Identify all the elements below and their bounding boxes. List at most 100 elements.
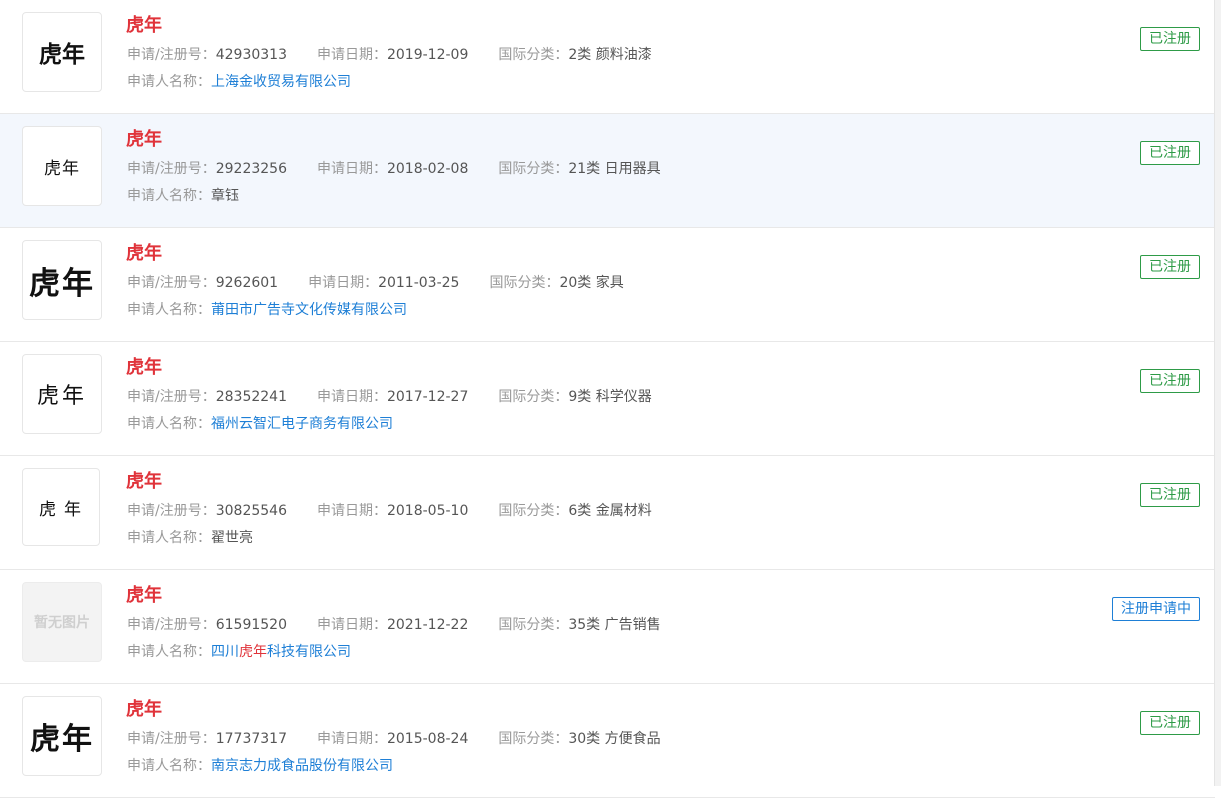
intl-class-label: 国际分类： bbox=[498, 47, 569, 63]
reg-no-value: 61591520 bbox=[215, 617, 287, 633]
applicant-line: 申请人名称：福州云智汇电子商务有限公司 bbox=[127, 414, 393, 434]
reg-no-label: 申请/注册号： bbox=[127, 617, 216, 633]
status-badge: 已注册 bbox=[1140, 483, 1200, 507]
intl-class-value: 6类 金属材料 bbox=[568, 503, 652, 519]
applicant-line: 申请人名称：四川虎年科技有限公司 bbox=[127, 642, 351, 662]
reg-no-value: 29223256 bbox=[215, 161, 287, 177]
applicant-label: 申请人名称： bbox=[127, 188, 211, 204]
app-date-value: 2018-05-10 bbox=[386, 503, 469, 519]
trademark-logo-image[interactable]: 虎年 bbox=[22, 126, 102, 206]
intl-class-value: 2类 颜料油漆 bbox=[568, 47, 652, 63]
applicant-line: 申请人名称：上海金收贸易有限公司 bbox=[127, 72, 351, 92]
reg-no-value: 28352241 bbox=[215, 389, 287, 405]
app-date-label: 申请日期： bbox=[316, 503, 387, 519]
applicant-line: 申请人名称：南京志力成食品股份有限公司 bbox=[127, 756, 393, 776]
trademark-meta: 申请/注册号：61591520 申请日期：2021-12-22 国际分类：35类 广… bbox=[127, 615, 661, 635]
trademark-name[interactable]: 虎年 bbox=[126, 584, 162, 608]
trademark-meta: 申请/注册号：9262601 申请日期：2011-03-25 国际分类：20类 家具 bbox=[127, 273, 624, 293]
applicant-link[interactable]: 四川虎年科技有限公司 bbox=[211, 644, 351, 660]
applicant-suffix: 科技有限公司 bbox=[267, 644, 351, 660]
trademark-row[interactable]: 虎年 虎年 申请/注册号：17737317 申请日期：2015-08-24 国际分类… bbox=[0, 684, 1215, 798]
app-date-value: 2017-12-27 bbox=[386, 389, 469, 405]
intl-class-value: 35类 广告销售 bbox=[568, 617, 661, 633]
app-date-value: 2021-12-22 bbox=[386, 617, 469, 633]
scrollbar-track[interactable] bbox=[1214, 0, 1221, 786]
reg-no-label: 申请/注册号： bbox=[127, 389, 216, 405]
reg-no-label: 申请/注册号： bbox=[127, 161, 216, 177]
app-date-label: 申请日期： bbox=[316, 47, 387, 63]
status-badge: 注册申请中 bbox=[1112, 597, 1200, 621]
status-badge: 已注册 bbox=[1140, 369, 1200, 393]
reg-no-label: 申请/注册号： bbox=[127, 275, 216, 291]
reg-no-value: 30825546 bbox=[215, 503, 287, 519]
intl-class-label: 国际分类： bbox=[498, 731, 569, 747]
reg-no-label: 申请/注册号： bbox=[127, 503, 216, 519]
trademark-name[interactable]: 虎年 bbox=[126, 128, 162, 152]
intl-class-label: 国际分类： bbox=[498, 161, 569, 177]
app-date-label: 申请日期： bbox=[308, 275, 379, 291]
applicant-label: 申请人名称： bbox=[127, 530, 211, 546]
trademark-logo-image[interactable]: 虎年 bbox=[22, 354, 102, 434]
intl-class-value: 21类 日用器具 bbox=[568, 161, 661, 177]
reg-no-label: 申请/注册号： bbox=[127, 47, 216, 63]
intl-class-label: 国际分类： bbox=[489, 275, 560, 291]
intl-class-value: 20类 家具 bbox=[559, 275, 624, 291]
app-date-label: 申请日期： bbox=[316, 389, 387, 405]
applicant-link[interactable]: 莆田市广告寺文化传媒有限公司 bbox=[211, 302, 407, 318]
trademark-name[interactable]: 虎年 bbox=[126, 242, 162, 266]
status-badge: 已注册 bbox=[1140, 141, 1200, 165]
reg-no-value: 9262601 bbox=[215, 275, 279, 291]
trademark-name[interactable]: 虎年 bbox=[126, 698, 162, 722]
applicant-link[interactable]: 上海金收贸易有限公司 bbox=[211, 74, 351, 90]
app-date-label: 申请日期： bbox=[316, 731, 387, 747]
trademark-meta: 申请/注册号：42930313 申请日期：2019-12-09 国际分类：2类 颜料… bbox=[127, 45, 652, 65]
trademark-row[interactable]: 虎年 虎年 申请/注册号：30825546 申请日期：2018-05-10 国际分类… bbox=[0, 456, 1215, 570]
applicant-label: 申请人名称： bbox=[127, 416, 211, 432]
trademark-meta: 申请/注册号：17737317 申请日期：2015-08-24 国际分类：30类 方… bbox=[127, 729, 661, 749]
trademark-row[interactable]: 虎年 虎年 申请/注册号：42930313 申请日期：2019-12-09 国际分类… bbox=[0, 0, 1215, 114]
applicant-link[interactable]: 福州云智汇电子商务有限公司 bbox=[211, 416, 393, 432]
trademark-logo-image[interactable]: 虎年 bbox=[22, 468, 100, 546]
intl-class-label: 国际分类： bbox=[498, 389, 569, 405]
trademark-name[interactable]: 虎年 bbox=[126, 356, 162, 380]
app-date-value: 2018-02-08 bbox=[386, 161, 469, 177]
applicant-line: 申请人名称：章钰 bbox=[127, 186, 239, 206]
trademark-meta: 申请/注册号：30825546 申请日期：2018-05-10 国际分类：6类 金属… bbox=[127, 501, 652, 521]
trademark-name[interactable]: 虎年 bbox=[126, 470, 162, 494]
trademark-row[interactable]: 虎年 虎年 申请/注册号：28352241 申请日期：2017-12-27 国际分类… bbox=[0, 342, 1215, 456]
trademark-logo-image[interactable]: 虎年 bbox=[22, 12, 102, 92]
applicant-label: 申请人名称： bbox=[127, 644, 211, 660]
trademark-row[interactable]: 暂无图片 虎年 申请/注册号：61591520 申请日期：2021-12-22 国际… bbox=[0, 570, 1215, 684]
applicant-line: 申请人名称：莆田市广告寺文化传媒有限公司 bbox=[127, 300, 407, 320]
app-date-value: 2019-12-09 bbox=[386, 47, 469, 63]
applicant-name: 章钰 bbox=[211, 188, 239, 204]
reg-no-value: 17737317 bbox=[215, 731, 287, 747]
trademark-logo-image[interactable]: 虎年 bbox=[22, 696, 102, 776]
no-image-placeholder[interactable]: 暂无图片 bbox=[22, 582, 102, 662]
app-date-value: 2015-08-24 bbox=[386, 731, 469, 747]
trademark-name[interactable]: 虎年 bbox=[126, 14, 162, 38]
status-badge: 已注册 bbox=[1140, 255, 1200, 279]
reg-no-value: 42930313 bbox=[215, 47, 287, 63]
trademark-logo-image[interactable]: 虎年 bbox=[22, 240, 102, 320]
trademark-meta: 申请/注册号：29223256 申请日期：2018-02-08 国际分类：21类 日… bbox=[127, 159, 661, 179]
intl-class-value: 30类 方便食品 bbox=[568, 731, 661, 747]
reg-no-label: 申请/注册号： bbox=[127, 731, 216, 747]
intl-class-value: 9类 科学仪器 bbox=[568, 389, 652, 405]
intl-class-label: 国际分类： bbox=[498, 503, 569, 519]
trademark-meta: 申请/注册号：28352241 申请日期：2017-12-27 国际分类：9类 科学… bbox=[127, 387, 652, 407]
applicant-keyword-highlight: 虎年 bbox=[239, 644, 267, 660]
app-date-label: 申请日期： bbox=[316, 161, 387, 177]
intl-class-label: 国际分类： bbox=[498, 617, 569, 633]
applicant-label: 申请人名称： bbox=[127, 302, 211, 318]
applicant-prefix: 四川 bbox=[211, 644, 239, 660]
trademark-row[interactable]: 虎年 虎年 申请/注册号：9262601 申请日期：2011-03-25 国际分类：… bbox=[0, 228, 1215, 342]
status-badge: 已注册 bbox=[1140, 711, 1200, 735]
app-date-value: 2011-03-25 bbox=[378, 275, 460, 291]
applicant-name: 翟世亮 bbox=[211, 530, 253, 546]
trademark-row[interactable]: 虎年 虎年 申请/注册号：29223256 申请日期：2018-02-08 国际分类… bbox=[0, 114, 1215, 228]
applicant-link[interactable]: 南京志力成食品股份有限公司 bbox=[211, 758, 393, 774]
applicant-label: 申请人名称： bbox=[127, 758, 211, 774]
applicant-label: 申请人名称： bbox=[127, 74, 211, 90]
applicant-line: 申请人名称：翟世亮 bbox=[127, 528, 253, 548]
